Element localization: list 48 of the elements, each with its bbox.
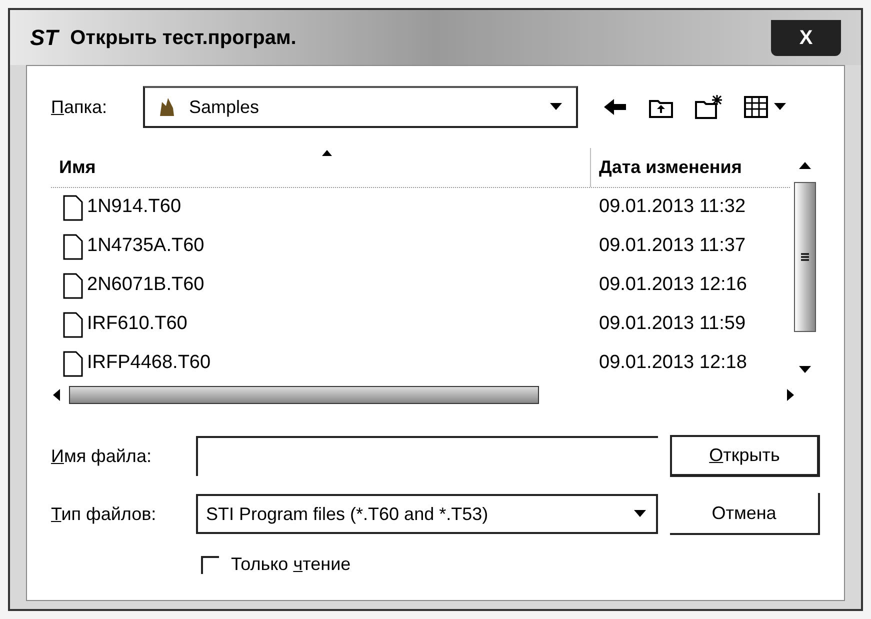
- file-row[interactable]: 1N4735A.T60 09.01.2013 11:37: [51, 227, 790, 266]
- file-icon: [63, 194, 83, 220]
- dropdown-arrow-icon: [772, 102, 788, 112]
- file-icon: [63, 312, 83, 338]
- file-date: 09.01.2013 12:18: [598, 351, 747, 376]
- back-arrow-icon[interactable]: [602, 97, 628, 117]
- view-menu-button[interactable]: [744, 96, 788, 118]
- file-type-dropdown[interactable]: STI Program files (*.T60 and *.T53): [196, 494, 658, 534]
- scroll-right-icon: [786, 388, 796, 402]
- file-name: IRF610.T60: [87, 312, 188, 336]
- open-button[interactable]: Открыть: [670, 435, 820, 477]
- file-date: 09.01.2013 11:32: [598, 195, 746, 220]
- file-icon: [63, 272, 83, 298]
- sort-arrow-icon: [320, 149, 332, 157]
- read-only-label: Только чтение: [231, 553, 351, 576]
- file-row[interactable]: IRFP4468.T60 09.01.2013 12:18: [51, 344, 790, 383]
- file-name: 1N914.T60: [87, 195, 182, 220]
- grip-icon: [800, 252, 810, 262]
- folder-label: Папка:: [51, 96, 108, 118]
- grid-view-icon: [744, 96, 768, 118]
- scroll-up-icon: [798, 160, 812, 170]
- close-button[interactable]: X: [771, 20, 841, 56]
- file-name-field[interactable]: [196, 436, 658, 476]
- file-date: 09.01.2013 11:37: [598, 234, 746, 258]
- file-row[interactable]: 1N914.T60 09.01.2013 11:32: [51, 188, 790, 227]
- file-name: IRFP4468.T60: [87, 351, 211, 376]
- column-header[interactable]: Имя: [51, 148, 591, 187]
- file-date: 09.01.2013 11:59: [598, 312, 746, 336]
- file-type-label: Тип файлов:: [51, 502, 158, 526]
- scroll-left-icon: [51, 388, 61, 402]
- folder-dropdown[interactable]: Samples: [143, 86, 578, 128]
- file-date: 09.01.2013 12:16: [598, 273, 747, 298]
- window-title: Открыть тест.програм.: [70, 26, 296, 50]
- file-name-label: Имя файла:: [51, 444, 152, 468]
- new-folder-icon[interactable]: [694, 94, 724, 120]
- file-name: 1N4735A.T60: [87, 234, 204, 258]
- file-row[interactable]: 2N6071B.T60 09.01.2013 12:16: [51, 266, 790, 305]
- file-icon: [63, 350, 83, 376]
- dropdown-arrow-icon: [548, 102, 564, 112]
- file-row[interactable]: IRF610.T60 09.01.2013 11:59: [51, 305, 790, 344]
- column-header[interactable]: Дата изменения: [591, 148, 790, 187]
- scroll-down-icon: [798, 365, 812, 375]
- app-logo: ST: [30, 24, 58, 52]
- read-only-checkbox[interactable]: [201, 556, 219, 574]
- cancel-button[interactable]: Отмена: [670, 493, 820, 535]
- file-name: 2N6071B.T60: [87, 273, 204, 298]
- file-icon: [63, 234, 83, 260]
- dropdown-arrow-icon: [632, 509, 648, 519]
